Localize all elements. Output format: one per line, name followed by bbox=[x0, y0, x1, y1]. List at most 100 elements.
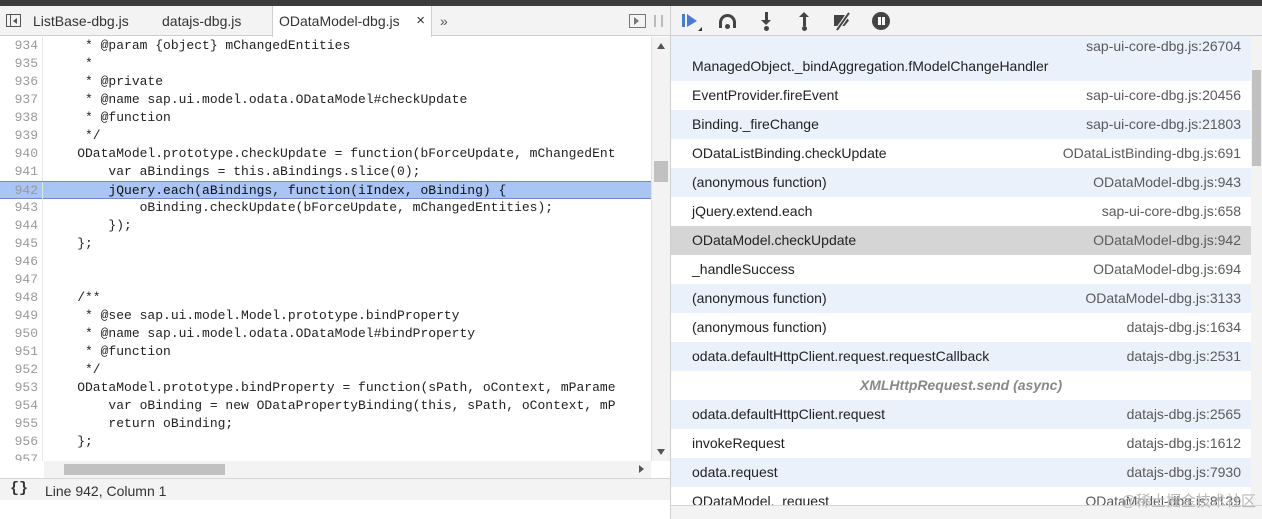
code-line[interactable]: 936 * @private bbox=[0, 73, 651, 91]
code-line[interactable]: 952 */ bbox=[0, 361, 651, 379]
call-frame-location[interactable]: ODataListBinding-dbg.js:691 bbox=[1063, 145, 1241, 161]
line-number[interactable]: 948 bbox=[0, 289, 38, 307]
line-number[interactable]: 937 bbox=[0, 91, 38, 109]
code-line[interactable]: 950 * @name sap.ui.model.odata.ODataMode… bbox=[0, 325, 651, 343]
code-line[interactable]: 941 var aBindings = this.aBindings.slice… bbox=[0, 163, 651, 181]
call-frame-location[interactable]: ODataModel-dbg.js:694 bbox=[1093, 261, 1241, 277]
call-frame[interactable]: (anonymous function) datajs-dbg.js:1634 bbox=[671, 313, 1251, 342]
line-number[interactable]: 950 bbox=[0, 325, 38, 343]
call-frame[interactable]: odata.defaultHttpClient.request.requestC… bbox=[671, 342, 1251, 371]
pause-on-exceptions-icon[interactable] bbox=[870, 11, 892, 31]
debugger-toggle-icon[interactable] bbox=[629, 14, 646, 28]
line-number[interactable]: 957 bbox=[0, 451, 38, 461]
code-line[interactable]: 938 * @function bbox=[0, 109, 651, 127]
call-frame[interactable]: odata.defaultHttpClient.request datajs-db… bbox=[671, 400, 1251, 429]
line-number[interactable]: 947 bbox=[0, 271, 38, 289]
code-line[interactable]: 953 ODataModel.prototype.bindProperty = … bbox=[0, 379, 651, 397]
line-number[interactable]: 938 bbox=[0, 109, 38, 127]
line-number[interactable]: 946 bbox=[0, 253, 38, 271]
code-line[interactable]: 947 bbox=[0, 271, 651, 289]
line-number[interactable]: 955 bbox=[0, 415, 38, 433]
line-number[interactable]: 954 bbox=[0, 397, 38, 415]
call-frame[interactable]: EventProvider.fireEvent sap-ui-core-dbg.j… bbox=[671, 81, 1251, 110]
line-number[interactable]: 941 bbox=[0, 163, 38, 181]
code-line[interactable]: 957 bbox=[0, 451, 651, 461]
call-frame-location[interactable]: datajs-dbg.js:7930 bbox=[1127, 464, 1241, 480]
call-frame-location[interactable]: ODataModel-dbg.js:3133 bbox=[1085, 290, 1241, 306]
scroll-down-icon[interactable] bbox=[657, 449, 665, 455]
code-line[interactable]: 935 * bbox=[0, 55, 651, 73]
editor-horizontal-scrollbar[interactable] bbox=[44, 461, 651, 478]
resume-icon[interactable] bbox=[680, 11, 702, 31]
scroll-right-icon[interactable] bbox=[639, 465, 644, 473]
code-line[interactable]: 940 ODataModel.prototype.checkUpdate = f… bbox=[0, 145, 651, 163]
code-line[interactable]: 951 * @function bbox=[0, 343, 651, 361]
line-number[interactable]: 936 bbox=[0, 73, 38, 91]
line-number[interactable]: 939 bbox=[0, 127, 38, 145]
call-frame-location[interactable]: datajs-dbg.js:1612 bbox=[1127, 435, 1241, 451]
line-number[interactable]: 952 bbox=[0, 361, 38, 379]
code-line[interactable]: 945 }; bbox=[0, 235, 651, 253]
tab-odatamodel[interactable]: ODataModel-dbg.js × bbox=[272, 6, 432, 37]
call-frame-location[interactable]: datajs-dbg.js:2531 bbox=[1127, 348, 1241, 364]
line-number[interactable]: 935 bbox=[0, 55, 38, 73]
line-number[interactable]: 942 bbox=[0, 182, 38, 200]
line-number[interactable]: 956 bbox=[0, 433, 38, 451]
call-frame-location[interactable]: sap-ui-core-dbg.js:20456 bbox=[1086, 87, 1241, 103]
line-number[interactable]: 940 bbox=[0, 145, 38, 163]
call-frame[interactable]: (anonymous function) ODataModel-dbg.js:31… bbox=[671, 284, 1251, 313]
call-frame-location[interactable]: datajs-dbg.js:2565 bbox=[1127, 406, 1241, 422]
line-number[interactable]: 951 bbox=[0, 343, 38, 361]
code-line[interactable]: 955 return oBinding; bbox=[0, 415, 651, 433]
code-line[interactable]: 956 }; bbox=[0, 433, 651, 451]
line-number[interactable]: 945 bbox=[0, 235, 38, 253]
step-into-icon[interactable] bbox=[756, 11, 778, 31]
call-frame[interactable]: ODataListBinding.checkUpdate ODataListBin… bbox=[671, 139, 1251, 168]
deactivate-breakpoints-icon[interactable] bbox=[832, 11, 854, 31]
navigator-toggle-icon[interactable] bbox=[6, 14, 21, 27]
call-frame[interactable]: ManagedObject._bindAggregation.fModelCha… bbox=[671, 36, 1251, 81]
call-stack-scrollbar[interactable] bbox=[1251, 36, 1262, 505]
code-editor[interactable]: 934 * @param {object} mChangedEntities 93… bbox=[0, 37, 651, 461]
step-out-icon[interactable] bbox=[794, 11, 816, 31]
call-frame[interactable]: invokeRequest datajs-dbg.js:1612 bbox=[671, 429, 1251, 458]
code-line[interactable]: 948 /** bbox=[0, 289, 651, 307]
call-frame[interactable]: _handleSuccess ODataModel-dbg.js:694 bbox=[671, 255, 1251, 284]
code-line[interactable]: 949 * @see sap.ui.model.Model.prototype.… bbox=[0, 307, 651, 325]
more-tabs-chevron-icon[interactable]: » bbox=[440, 6, 448, 36]
tab-datajs[interactable]: datajs-dbg.js bbox=[162, 6, 241, 36]
code-line[interactable]: 943 oBinding.checkUpdate(bForceUpdate, m… bbox=[0, 199, 651, 217]
code-line[interactable]: 942 jQuery.each(aBindings, function(iInd… bbox=[0, 181, 651, 200]
code-line[interactable]: 939 */ bbox=[0, 127, 651, 145]
line-number[interactable]: 949 bbox=[0, 307, 38, 325]
call-frame-location[interactable]: ODataModel-dbg.js:942 bbox=[1093, 232, 1241, 248]
call-frame-location[interactable]: ODataModel-dbg.js:943 bbox=[1093, 174, 1241, 190]
editor-vertical-scrollbar[interactable] bbox=[651, 37, 670, 461]
call-frame-location[interactable]: datajs-dbg.js:1634 bbox=[1127, 319, 1241, 335]
line-number[interactable]: 943 bbox=[0, 199, 38, 217]
call-frame[interactable]: Binding._fireChange sap-ui-core-dbg.js:21… bbox=[671, 110, 1251, 139]
call-frame[interactable]: (anonymous function) ODataModel-dbg.js:94… bbox=[671, 168, 1251, 197]
code-line[interactable]: 944 }); bbox=[0, 217, 651, 235]
step-over-icon[interactable] bbox=[717, 11, 739, 31]
scroll-up-icon[interactable] bbox=[657, 43, 665, 49]
call-frame[interactable]: ODataModel.checkUpdate ODataModel-dbg.js:… bbox=[671, 226, 1251, 255]
call-frame[interactable]: odata.request datajs-dbg.js:7930 bbox=[671, 458, 1251, 487]
line-number[interactable]: 953 bbox=[0, 379, 38, 397]
scrollbar-thumb[interactable] bbox=[64, 464, 225, 475]
scrollbar-thumb[interactable] bbox=[654, 161, 668, 182]
call-frame-location[interactable]: sap-ui-core-dbg.js:658 bbox=[1102, 203, 1241, 219]
code-line[interactable]: 937 * @name sap.ui.model.odata.ODataMode… bbox=[0, 91, 651, 109]
call-frame-location[interactable]: sap-ui-core-dbg.js:26704 bbox=[1086, 38, 1241, 54]
call-frame-location[interactable]: sap-ui-core-dbg.js:21803 bbox=[1086, 116, 1241, 132]
call-frame[interactable]: jQuery.extend.each sap-ui-core-dbg.js:658 bbox=[671, 197, 1251, 226]
line-number[interactable]: 944 bbox=[0, 217, 38, 235]
code-line[interactable]: 954 var oBinding = new ODataPropertyBind… bbox=[0, 397, 651, 415]
pretty-print-button[interactable]: {} bbox=[10, 480, 28, 497]
scrollbar-thumb[interactable] bbox=[1252, 70, 1261, 166]
close-icon[interactable]: × bbox=[416, 6, 425, 36]
tab-listbase[interactable]: ListBase-dbg.js bbox=[33, 6, 129, 36]
line-number[interactable]: 934 bbox=[0, 37, 38, 55]
code-line[interactable]: 946 bbox=[0, 253, 651, 271]
code-line[interactable]: 934 * @param {object} mChangedEntities bbox=[0, 37, 651, 55]
